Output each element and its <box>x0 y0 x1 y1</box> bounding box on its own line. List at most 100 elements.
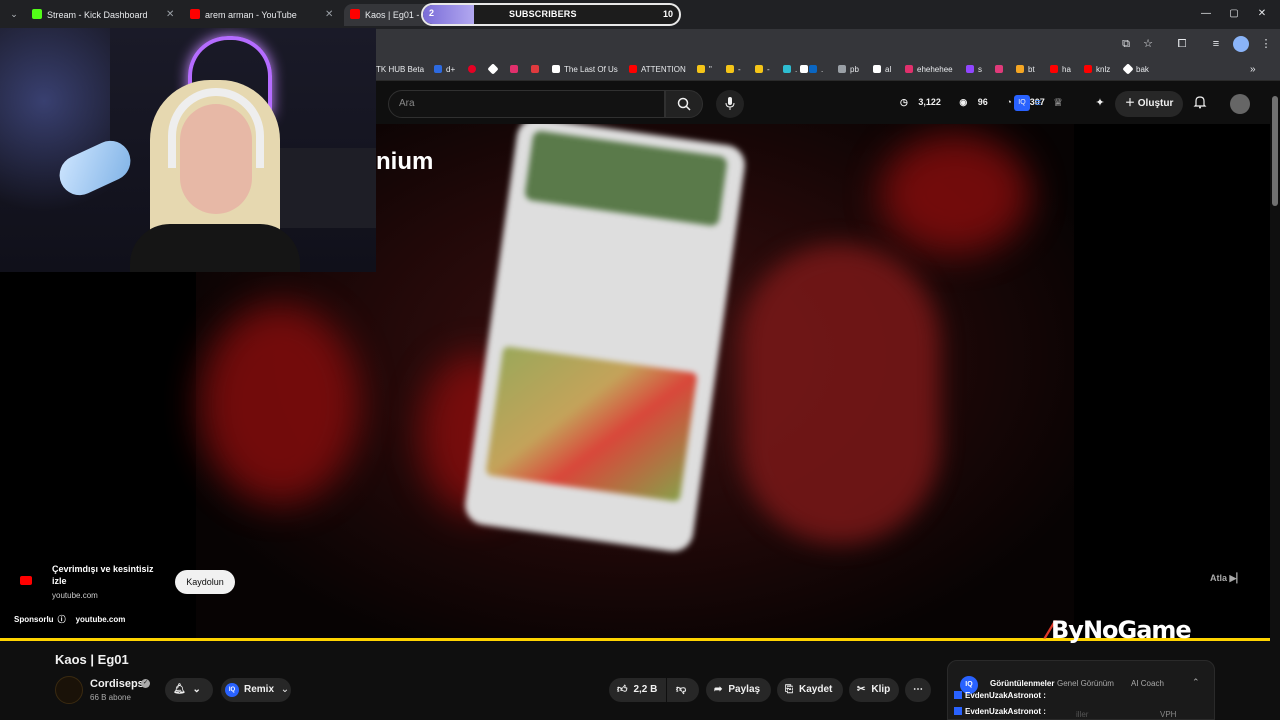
vidiq-panel: IQ Görüntülenmeler Genel Görünüm AI Coac… <box>947 660 1215 720</box>
voice-search-button[interactable] <box>716 90 744 118</box>
chevron-down-icon: ⌄ <box>280 684 290 695</box>
more-actions-button[interactable]: ⋯ <box>905 678 931 702</box>
dislike-button[interactable]: 👎︎ <box>667 678 699 702</box>
bookmark-item[interactable]: s <box>966 63 982 77</box>
bookmark-item[interactable]: . <box>809 63 823 77</box>
tab-youtube-channel[interactable]: arem arman - YouTube <box>190 4 320 26</box>
video-overlay-text: nium <box>376 148 434 175</box>
tab-close-icon[interactable]: ✕ <box>325 4 333 26</box>
views-stat: ◷ 3,122 <box>900 97 941 107</box>
bookmark-item[interactable]: knlz <box>1084 63 1110 77</box>
verified-icon: ✓ <box>141 679 150 688</box>
bookmark-item[interactable]: bt <box>1016 63 1035 77</box>
tab-kick-dashboard[interactable]: Stream - Kick Dashboard <box>32 4 172 26</box>
bookmark-item[interactable] <box>468 63 480 77</box>
chevron-up-icon[interactable]: ⌃ <box>1192 677 1200 688</box>
extensions-icon[interactable]: ⧠ <box>1174 36 1190 52</box>
bookmark-item[interactable]: TK HUB Beta <box>376 63 424 77</box>
bookmark-item[interactable] <box>487 63 501 77</box>
share-button[interactable]: ➦ Paylaş <box>706 678 771 702</box>
channel-avatar[interactable] <box>55 676 83 704</box>
minimize-icon[interactable]: — <box>1196 4 1216 24</box>
bookmarks-overflow-icon[interactable]: » <box>1250 63 1256 77</box>
panel-tab-overview[interactable]: Genel Görünüm <box>1057 679 1114 688</box>
browser-menu-icon[interactable]: ⋮ <box>1258 36 1274 52</box>
ad-signup-button[interactable]: Kaydolun <box>175 570 235 594</box>
video-icon <box>954 707 962 715</box>
bell-icon: 🔔︎ <box>173 684 186 695</box>
vidiq-icon: IQ <box>225 683 239 697</box>
scissors-icon: ✂ <box>857 684 866 695</box>
bookmark-item[interactable]: ATTENTION <box>629 63 686 77</box>
media-controls-icon[interactable]: ≡ <box>1208 36 1224 52</box>
eye-icon: ◉ <box>959 97 968 107</box>
subscriber-goal-label: SUBSCRIBERS <box>509 9 577 19</box>
thumbs-down-icon: 👎︎ <box>676 684 687 695</box>
bookmark-item[interactable]: bak <box>1122 63 1149 77</box>
bookmark-item[interactable]: al <box>873 63 891 77</box>
trophy-icon[interactable]: ♕ <box>1050 95 1066 111</box>
page-scrollbar[interactable] <box>1270 82 1280 720</box>
profile-avatar-icon[interactable] <box>1233 36 1249 52</box>
bookmark-item[interactable]: The Last Of Us <box>552 63 618 77</box>
subscriber-goal-target: 10 <box>662 9 673 19</box>
remix-button[interactable]: IQ Remix ⌄ <box>221 678 291 702</box>
thumbs-up-icon: 👍︎ <box>617 684 628 695</box>
chevron-down-icon: ⌄ <box>192 684 201 695</box>
subscriber-goal-widget: 2 SUBSCRIBERS 10 <box>421 3 681 26</box>
bookmark-star-icon[interactable]: ☆ <box>1140 36 1156 52</box>
install-app-icon[interactable]: ⧉ <box>1118 36 1134 52</box>
youtube-icon <box>190 9 200 19</box>
subscription-bell-button[interactable]: 🔔︎ ⌄ <box>165 678 213 702</box>
list-icon[interactable]: ≡ <box>1030 95 1046 111</box>
skip-ad-button[interactable]: Atla ▶▏ <box>1210 573 1243 584</box>
account-avatar[interactable] <box>1230 94 1250 114</box>
bookmark-item[interactable] <box>510 63 522 77</box>
bookmark-item[interactable]: - <box>726 63 741 77</box>
panel-row: EvdenUzakAstronot : <box>954 691 1046 700</box>
window-close-icon[interactable]: ✕ <box>1252 4 1272 24</box>
maximize-icon[interactable]: ▢ <box>1224 4 1244 24</box>
info-icon: ⓘ <box>57 615 66 624</box>
bookmark-item[interactable]: pb <box>838 63 859 77</box>
clip-button[interactable]: ✂ Klip <box>849 678 899 702</box>
youtube-icon <box>350 9 360 19</box>
channel-name[interactable]: Cordiseps <box>90 678 144 690</box>
create-button[interactable]: ＋ Oluştur <box>1115 91 1183 117</box>
bookmark-item[interactable] <box>995 63 1007 77</box>
panel-tab-views[interactable]: Görüntülenmeler <box>990 679 1054 688</box>
bookmark-item[interactable]: ha <box>1050 63 1071 77</box>
panel-row: EvdenUzakAstronot : <box>954 707 1046 716</box>
panel-tab-ai-coach[interactable]: AI Coach <box>1131 679 1164 688</box>
tab-search-chevron-icon[interactable]: ⌄ <box>4 4 24 24</box>
video-blur-shape <box>200 304 360 504</box>
notifications-bell-icon[interactable] <box>1192 95 1208 111</box>
bookmark-item[interactable]: ehehehee <box>905 63 953 77</box>
bookmark-item[interactable]: . <box>783 63 797 77</box>
bookmark-item[interactable] <box>531 63 543 77</box>
like-button[interactable]: 👍︎ 2,2 B <box>609 678 666 702</box>
tab-close-icon[interactable]: ✕ <box>166 4 174 26</box>
clock-icon: ◷ <box>900 97 908 107</box>
plus-icon: ＋ <box>1125 98 1135 109</box>
search-input[interactable]: Ara <box>388 90 665 118</box>
youtube-masthead: Ara ◷ 3,122 ◉ 96 ◔ 4,307 IQ ≡ ♕ ✦ ＋ Oluş… <box>376 82 1280 124</box>
save-button[interactable]: ⎘ Kaydet <box>777 678 843 702</box>
panel-vph-label: VPH <box>1160 710 1177 719</box>
webcam-shelf <box>280 148 376 228</box>
sparkle-icon[interactable]: ✦ <box>1092 95 1108 111</box>
bookmark-item[interactable]: - <box>755 63 770 77</box>
bookmark-item[interactable]: d+ <box>434 63 455 77</box>
ad-title: Çevrimdışı ve kesintisiz izle <box>52 564 154 586</box>
search-button[interactable] <box>665 90 703 118</box>
bookmark-item[interactable]: " <box>697 63 712 77</box>
scrollbar-thumb[interactable] <box>1272 96 1278 206</box>
video-icon <box>954 691 962 699</box>
vidiq-icon[interactable]: IQ <box>1014 95 1030 111</box>
webcam-overlay <box>0 28 376 272</box>
youtube-icon <box>20 576 32 585</box>
share-arrow-icon: ➦ <box>714 684 723 695</box>
microphone-icon <box>725 97 735 110</box>
bookmark-icon: ⎘ <box>785 684 793 695</box>
webcam-person-shirt <box>130 224 300 272</box>
